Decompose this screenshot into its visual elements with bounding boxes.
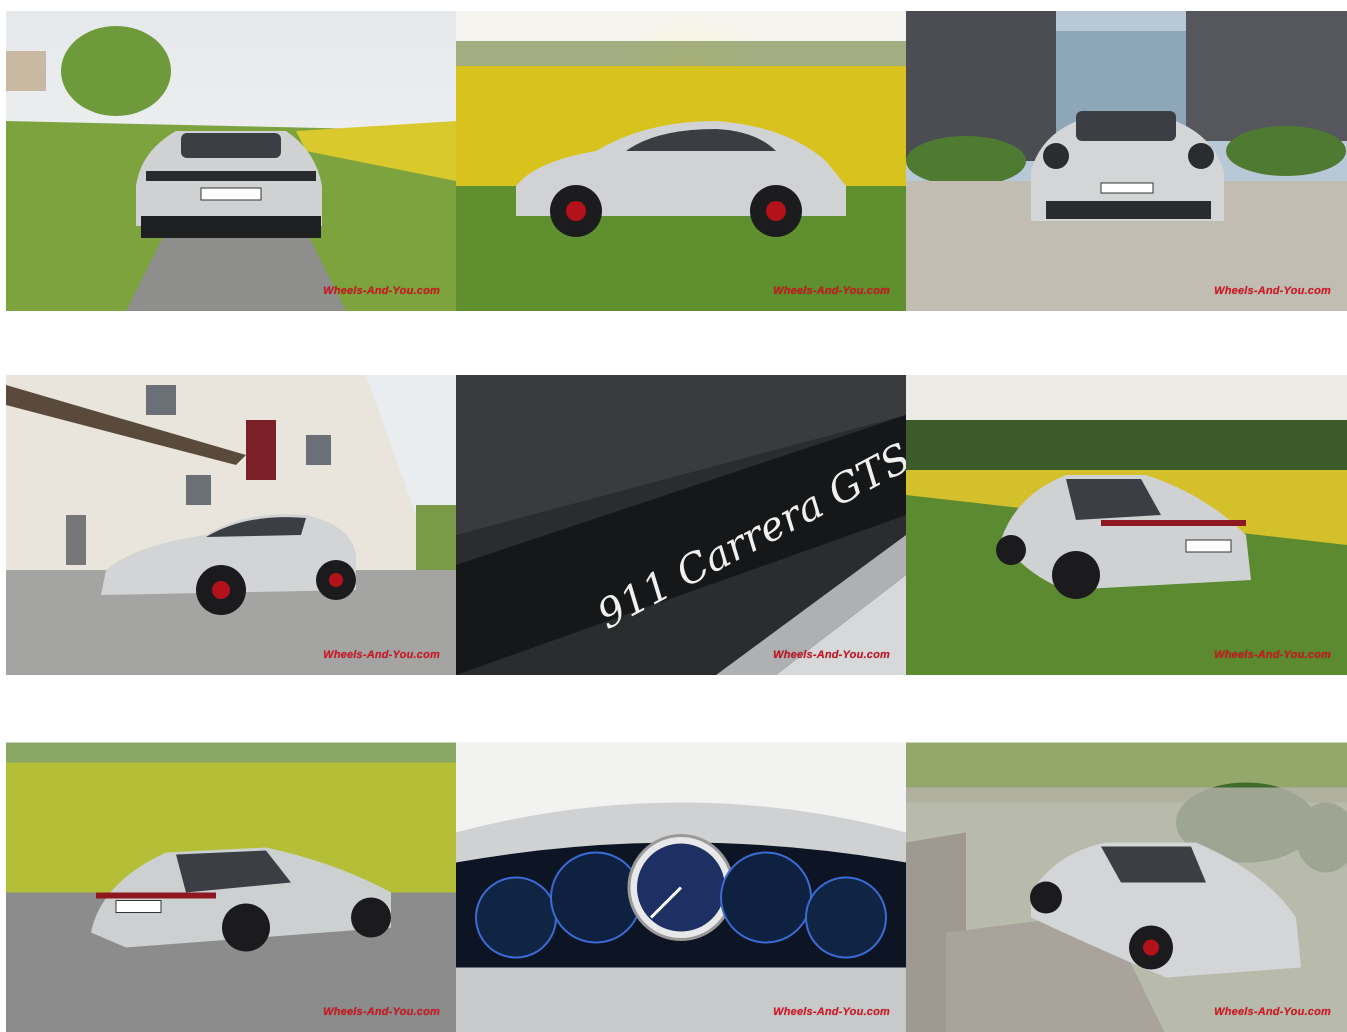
photo-rear-three-quarter-road[interactable]: Wheels-And-You.com — [6, 739, 456, 1032]
car-photo-image — [456, 11, 906, 311]
photo-front-three-quarter-vineyard[interactable]: Wheels-And-You.com — [906, 739, 1347, 1032]
watermark-label: Wheels-And-You.com — [773, 285, 890, 297]
photo-front-three-quarter-farmhouse[interactable]: Wheels-And-You.com — [6, 375, 456, 675]
watermark-label: Wheels-And-You.com — [1214, 285, 1331, 297]
car-photo-image — [906, 11, 1347, 311]
car-photo-image — [906, 375, 1347, 675]
car-photo-image — [6, 742, 456, 1032]
photo-instrument-cluster[interactable]: Wheels-And-You.com — [456, 739, 906, 1032]
watermark-label: Wheels-And-You.com — [1214, 1006, 1331, 1018]
watermark-label: Wheels-And-You.com — [773, 649, 890, 661]
watermark-label: Wheels-And-You.com — [1214, 649, 1331, 661]
car-photo-image — [6, 11, 456, 311]
photo-rear-view-road[interactable]: Wheels-And-You.com — [6, 11, 456, 311]
watermark-label: Wheels-And-You.com — [323, 649, 440, 661]
photo-door-sill-plate[interactable]: 911 Carrera GTS Wheels-And-You.com — [456, 375, 906, 675]
watermark-label: Wheels-And-You.com — [323, 285, 440, 297]
watermark-label: Wheels-And-You.com — [773, 1006, 890, 1018]
photo-front-view-building[interactable]: Wheels-And-You.com — [906, 11, 1347, 311]
car-photo-image: 911 Carrera GTS — [456, 375, 906, 675]
car-photo-image — [6, 375, 456, 675]
car-photo-image — [906, 742, 1347, 1032]
watermark-label: Wheels-And-You.com — [323, 1006, 440, 1018]
car-photo-image — [456, 742, 906, 1032]
photo-side-view-field[interactable]: Wheels-And-You.com — [456, 11, 906, 311]
photo-rear-three-quarter-field[interactable]: Wheels-And-You.com — [906, 375, 1347, 675]
